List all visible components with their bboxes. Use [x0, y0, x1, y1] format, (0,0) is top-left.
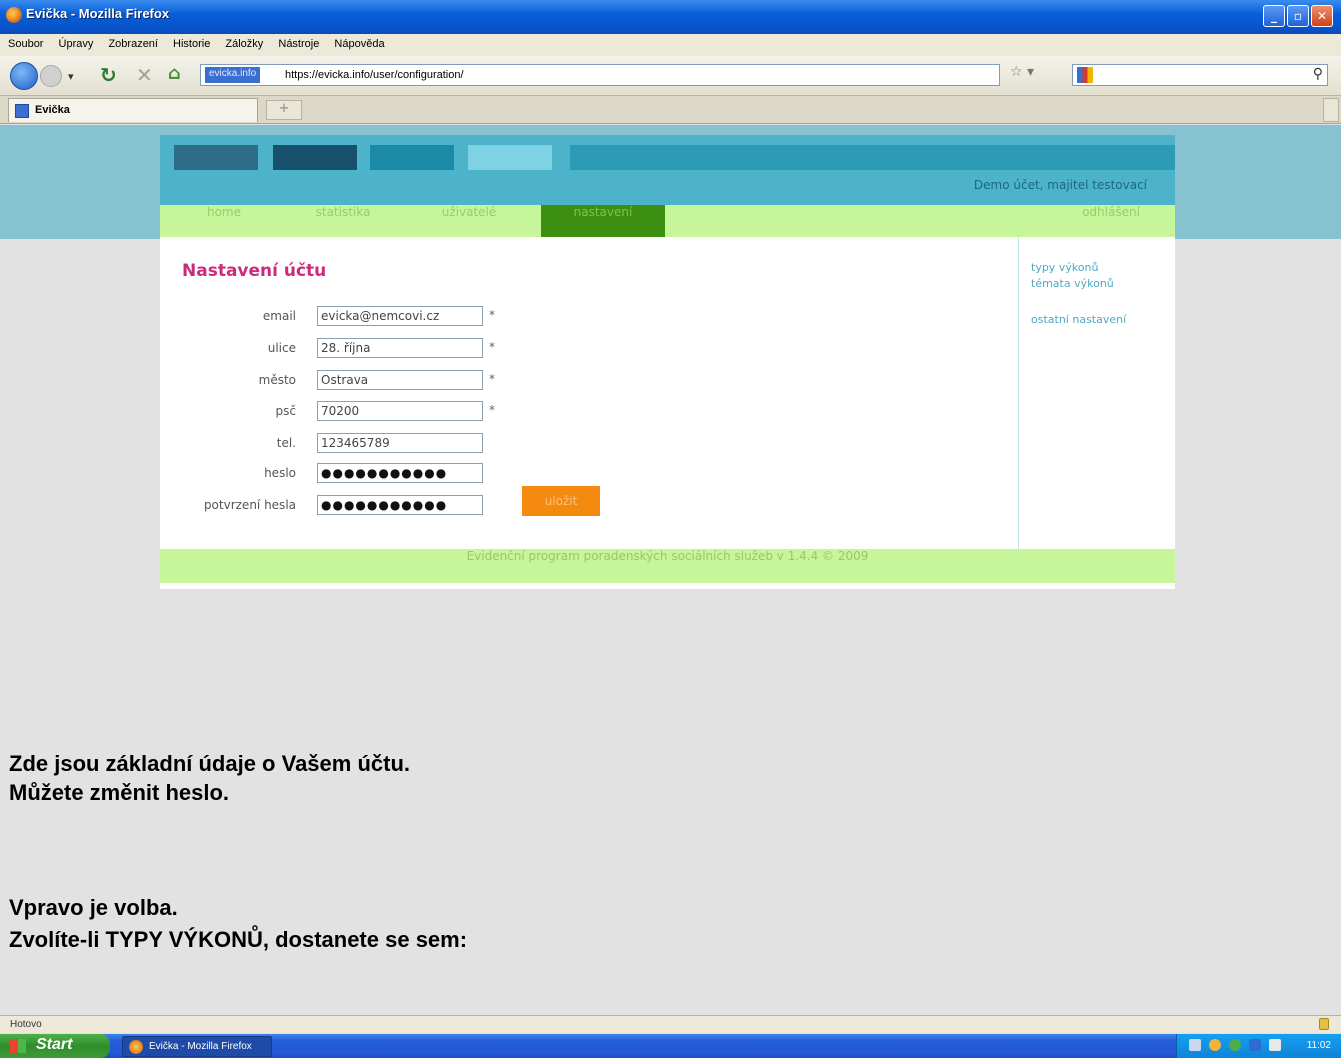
- tab-evicka[interactable]: Evička: [8, 98, 258, 122]
- settings-content: Nastavení účtu email evicka@nemcovi.cz *…: [160, 237, 1018, 549]
- lock-icon[interactable]: [1319, 1018, 1329, 1030]
- system-tray: 11:02: [1176, 1034, 1341, 1058]
- search-input[interactable]: ⚲: [1072, 64, 1328, 86]
- stop-icon[interactable]: ✕: [136, 63, 153, 87]
- tel-label: tel.: [276, 436, 296, 450]
- start-label: Start: [36, 1036, 73, 1053]
- required-marker: *: [489, 308, 495, 322]
- menu-statistika[interactable]: statistika: [288, 205, 398, 237]
- security-icon[interactable]: [1229, 1039, 1241, 1051]
- main-menu: home statistika uživatelé nastavení odhl…: [160, 205, 1175, 237]
- minimize-button[interactable]: _: [1263, 5, 1285, 27]
- taskbar-item-label: Evička - Mozilla Firefox: [149, 1041, 252, 1052]
- status-bar: Hotovo: [0, 1015, 1341, 1033]
- header-block-2: [273, 145, 357, 170]
- reload-icon[interactable]: ↻: [100, 63, 117, 87]
- potvrzeni-label: potvrzení hesla: [203, 498, 296, 512]
- ulice-field[interactable]: 28. října: [317, 338, 483, 358]
- tray-app-icon[interactable]: [1269, 1039, 1281, 1051]
- menu-nastaveni[interactable]: nastavení: [541, 205, 665, 237]
- email-label: email: [262, 309, 296, 323]
- screen: Evička - Mozilla Firefox _ ▫ ✕ Soubor Úp…: [0, 0, 1341, 1058]
- site-header: Demo účet, majitel testovací: [160, 135, 1175, 205]
- site-identity-badge[interactable]: evicka.info: [205, 67, 261, 83]
- sidebar-link-temata-vykonu[interactable]: témata výkonů: [1031, 277, 1114, 290]
- menu-odhlaseni[interactable]: odhlášení: [1056, 205, 1166, 237]
- status-text: Hotovo: [10, 1019, 42, 1030]
- sidebar-link-typy-vykonu[interactable]: typy výkonů: [1031, 261, 1098, 274]
- menu-uzivatele[interactable]: uživatelé: [414, 205, 524, 237]
- required-marker: *: [489, 372, 495, 386]
- psc-field[interactable]: 70200: [317, 401, 483, 421]
- menu-nastroje[interactable]: Nástroje: [272, 34, 325, 50]
- url-text[interactable]: https://evicka.info/user/configuration/: [285, 69, 464, 81]
- mesto-label: město: [258, 373, 296, 387]
- taskbar: Start Evička - Mozilla Firefox 11:02: [0, 1034, 1341, 1058]
- save-button[interactable]: uložit: [522, 486, 600, 516]
- tab-label: Evička: [35, 104, 70, 116]
- search-engine-icon[interactable]: [1077, 67, 1093, 83]
- caption-line-2: Můžete změnit heslo.: [9, 780, 230, 805]
- tel-field[interactable]: 123465789: [317, 433, 483, 453]
- heslo-label: heslo: [264, 466, 296, 480]
- firefox-icon: [129, 1040, 143, 1054]
- email-field[interactable]: evicka@nemcovi.cz: [317, 306, 483, 326]
- navigation-toolbar: ▾ ↻ ✕ ⌂ evicka.info https://evicka.info/…: [0, 56, 1341, 96]
- page-title: Nastavení účtu: [182, 261, 327, 281]
- home-icon[interactable]: ⌂: [168, 63, 181, 84]
- network-icon[interactable]: [1209, 1039, 1221, 1051]
- menu-napoveda[interactable]: Nápověda: [328, 34, 390, 50]
- page-viewport: Demo účet, majitel testovací home statis…: [0, 125, 1341, 1015]
- header-block-3: [370, 145, 454, 170]
- start-button[interactable]: Start: [0, 1034, 110, 1058]
- tab-favicon-icon: [15, 104, 29, 118]
- back-button[interactable]: [10, 62, 38, 90]
- header-block-5: [570, 145, 1175, 170]
- menu-home[interactable]: home: [174, 205, 274, 237]
- firefox-icon: [6, 7, 22, 23]
- search-icon[interactable]: ⚲: [1313, 66, 1323, 82]
- psc-label: psč: [275, 404, 296, 418]
- maximize-button[interactable]: ▫: [1287, 5, 1309, 27]
- mesto-field[interactable]: Ostrava: [317, 370, 483, 390]
- menu-historie[interactable]: Historie: [167, 34, 216, 50]
- caption-line-3: Vpravo je volba.: [9, 895, 178, 920]
- caption-line-1: Zde jsou základní údaje o Vašem účtu.: [9, 751, 410, 776]
- new-tab-button[interactable]: +: [266, 100, 302, 120]
- tab-list-button[interactable]: [1323, 98, 1339, 122]
- url-bar[interactable]: evicka.info https://evicka.info/user/con…: [200, 64, 1000, 86]
- password-field[interactable]: ●●●●●●●●●●●: [317, 463, 483, 483]
- menu-upravy[interactable]: Úpravy: [53, 34, 100, 50]
- taskbar-item-firefox[interactable]: Evička - Mozilla Firefox: [122, 1036, 272, 1057]
- bookmark-star-icon[interactable]: ☆ ▾: [1010, 64, 1070, 86]
- settings-sidebar: typy výkonů témata výkonů ostatní nastav…: [1018, 237, 1175, 549]
- menu-zobrazeni[interactable]: Zobrazení: [102, 34, 164, 50]
- forward-button[interactable]: [40, 65, 62, 87]
- menu-zalozky[interactable]: Záložky: [219, 34, 269, 50]
- tab-strip: Evička +: [0, 96, 1341, 124]
- password-confirm-field[interactable]: ●●●●●●●●●●●: [317, 495, 483, 515]
- window-title: Evička - Mozilla Firefox: [26, 6, 170, 21]
- language-icon[interactable]: [1189, 1039, 1201, 1051]
- title-bar: Evička - Mozilla Firefox _ ▫ ✕: [0, 0, 1341, 34]
- menu-bar: Soubor Úpravy Zobrazení Historie Záložky…: [0, 34, 1341, 56]
- required-marker: *: [489, 340, 495, 354]
- required-marker: *: [489, 403, 495, 417]
- menu-soubor[interactable]: Soubor: [0, 34, 49, 50]
- ulice-label: ulice: [267, 341, 296, 355]
- clock: 11:02: [1306, 1040, 1331, 1051]
- header-block-4: [468, 145, 552, 170]
- volume-icon[interactable]: [1249, 1039, 1261, 1051]
- site-container: Demo účet, majitel testovací home statis…: [160, 135, 1175, 589]
- history-dropdown-icon[interactable]: ▾: [68, 70, 74, 83]
- demo-account-label: Demo účet, majitel testovací: [973, 178, 1147, 192]
- site-footer: Evidenční program poradenských sociálníc…: [160, 549, 1175, 583]
- close-button[interactable]: ✕: [1311, 5, 1333, 27]
- caption-line-4: Zvolíte-li TYPY VÝKONŮ, dostanete se sem…: [9, 927, 468, 952]
- windows-logo-icon: [10, 1039, 26, 1053]
- header-block-1: [174, 145, 258, 170]
- sidebar-link-ostatni-nastaveni[interactable]: ostatní nastavení: [1031, 313, 1126, 326]
